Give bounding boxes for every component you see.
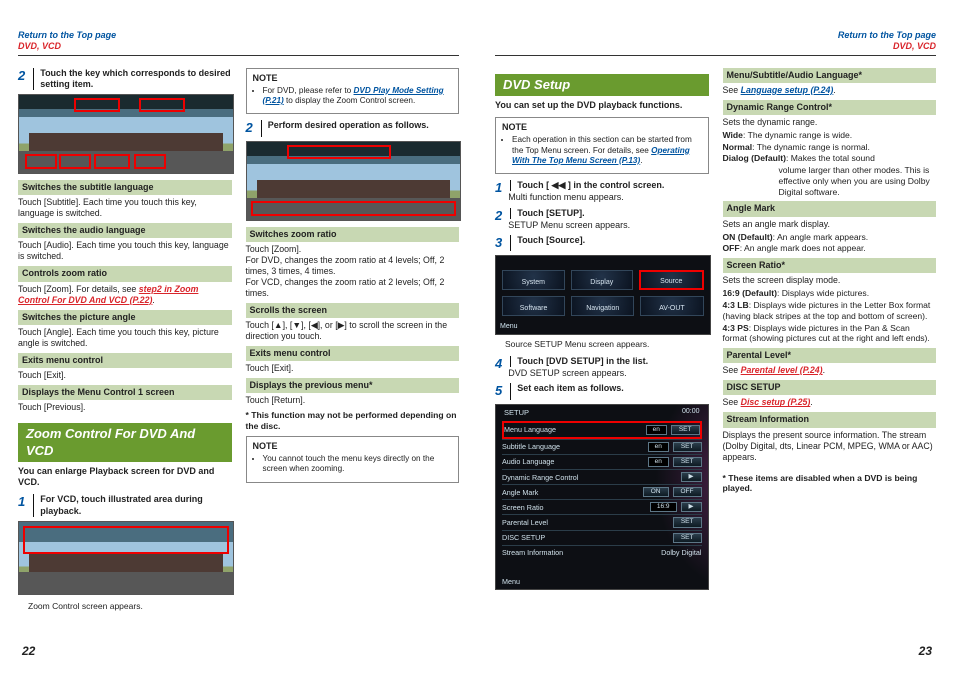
- caption: Source SETUP Menu screen appears.: [505, 339, 709, 350]
- section-dvd-setup: DVD Setup: [495, 74, 709, 96]
- step-5: 5 Set each item as follows.: [495, 383, 709, 399]
- text: Touch [Exit].: [246, 363, 460, 374]
- text: 16:9 (Default): Displays wide pictures.: [723, 288, 937, 299]
- h-lang: Menu/Subtitle/Audio Language*: [723, 68, 937, 83]
- screenshot-setup: System Display Source Software Navigatio…: [495, 255, 711, 335]
- step-1: 1 Touch [ ◀◀ ] in the control screen.Mul…: [495, 180, 709, 204]
- h-angle: Angle Mark: [723, 201, 937, 216]
- text: Touch [Return].: [246, 395, 460, 406]
- h-parental: Parental Level*: [723, 348, 937, 363]
- text: Dialog (Default): Makes the total sound: [723, 153, 937, 164]
- lang-setup-link[interactable]: Language setup (P.24): [741, 85, 834, 95]
- sub-zoom: Controls zoom ratio: [18, 266, 232, 281]
- sub-subtitle-lang: Switches the subtitle language: [18, 180, 232, 195]
- note-box: NOTE For DVD, please refer to DVD Play M…: [246, 68, 460, 115]
- text: Touch [Exit].: [18, 370, 232, 381]
- page-header-left: Return to the Top page DVD, VCD: [18, 30, 459, 56]
- text: Sets the screen display mode.: [723, 275, 937, 286]
- text: Touch [▲], [▼], [◀], or [▶] to scroll th…: [246, 320, 460, 342]
- screenshot-menu2: [18, 94, 234, 174]
- text: Touch [Angle]. Each time you touch this …: [18, 327, 232, 349]
- sub-scroll: Scrolls the screen: [246, 303, 460, 318]
- text: Displays the present source information.…: [723, 430, 937, 463]
- sub-exit2: Exits menu control: [246, 346, 460, 361]
- section-intro: You can set up the DVD playback function…: [495, 100, 709, 111]
- text: 4:3 PS: Displays wide pictures in the Pa…: [723, 323, 937, 344]
- text: See Parental level (P.24).: [723, 365, 937, 376]
- return-top-link[interactable]: Return to the Top page: [18, 30, 116, 41]
- h-ratio: Screen Ratio*: [723, 258, 937, 273]
- step-2: 2 Touch [SETUP].SETUP Menu screen appear…: [495, 208, 709, 232]
- text: Touch [Zoom]. For DVD, changes the zoom …: [246, 244, 460, 299]
- text: Touch [Audio]. Each time you touch this …: [18, 240, 232, 262]
- text: volume larger than other modes. This is …: [779, 165, 937, 197]
- sub-return: Displays the previous menu*: [246, 378, 460, 393]
- parental-link[interactable]: Parental level (P.24): [741, 365, 823, 375]
- text: OFF: An angle mark does not appear.: [723, 243, 937, 254]
- sub-exit: Exits menu control: [18, 353, 232, 368]
- footnote: * This function may not be performed dep…: [246, 410, 460, 431]
- step-1-vcd: 1 For VCD, touch illustrated area during…: [18, 494, 232, 517]
- step-3: 3 Touch [Source].: [495, 235, 709, 251]
- sub-zoomratio: Switches zoom ratio: [246, 227, 460, 242]
- page-number-right: 23: [919, 644, 932, 659]
- note-box-2: NOTE You cannot touch the menu keys dire…: [246, 436, 460, 483]
- h-stream: Stream Information: [723, 412, 937, 427]
- page-number-left: 22: [22, 644, 35, 659]
- page-header-right: Return to the Top page DVD, VCD: [495, 30, 936, 56]
- sub-prev: Displays the Menu Control 1 screen: [18, 385, 232, 400]
- note-box-3: NOTE Each operation in this section can …: [495, 117, 709, 174]
- footnote: * These items are disabled when a DVD is…: [723, 473, 937, 494]
- section-intro: You can enlarge Playback screen for DVD …: [18, 466, 232, 489]
- text: Normal: The dynamic range is normal.: [723, 142, 937, 153]
- breadcrumb: DVD, VCD: [893, 41, 936, 52]
- text: 4:3 LB: Displays wide pictures in the Le…: [723, 300, 937, 321]
- text: Touch [Zoom]. For details, see step2 in …: [18, 284, 232, 306]
- sub-angle: Switches the picture angle: [18, 310, 232, 325]
- screenshot-dvd-list: SETUP 00:00 Menu LanguageenSETSubtitle L…: [495, 404, 709, 590]
- text: See Language setup (P.24).: [723, 85, 937, 96]
- text: Touch [Subtitle]. Each time you touch th…: [18, 197, 232, 219]
- text: Sets an angle mark display.: [723, 219, 937, 230]
- screenshot-vcd: [18, 521, 234, 595]
- disc-setup-link[interactable]: Disc setup (P.25): [741, 397, 811, 407]
- text: See Disc setup (P.25).: [723, 397, 937, 408]
- step-2: 2 Touch the key which corresponds to des…: [18, 68, 232, 91]
- h-drc: Dynamic Range Control*: [723, 100, 937, 115]
- return-top-link[interactable]: Return to the Top page: [838, 30, 936, 41]
- step-2-zoom: 2 Perform desired operation as follows.: [246, 120, 460, 136]
- screenshot-zoom: [246, 141, 462, 221]
- section-zoom-control: Zoom Control For DVD And VCD: [18, 423, 232, 462]
- text: Touch [Previous].: [18, 402, 232, 413]
- breadcrumb: DVD, VCD: [18, 41, 61, 52]
- sub-audio-lang: Switches the audio language: [18, 223, 232, 238]
- h-disc: DISC SETUP: [723, 380, 937, 395]
- caption: Zoom Control screen appears.: [28, 601, 232, 612]
- step-4: 4 Touch [DVD SETUP] in the list.DVD SETU…: [495, 356, 709, 380]
- text: Wide: The dynamic range is wide.: [723, 130, 937, 141]
- text: Sets the dynamic range.: [723, 117, 937, 128]
- text: ON (Default): An angle mark appears.: [723, 232, 937, 243]
